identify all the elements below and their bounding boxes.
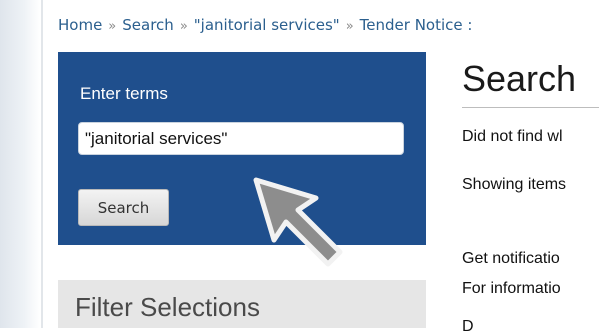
left-edge-decoration — [0, 0, 40, 328]
breadcrumb: Home » Search » "janitorial services" » Tender… — [58, 16, 472, 34]
search-button[interactable]: Search — [78, 189, 169, 226]
search-terms-label: Enter terms — [80, 84, 168, 103]
page-title: Search — [462, 58, 577, 99]
no-results-message: Did not find wl — [462, 128, 563, 145]
breadcrumb-separator: » — [345, 19, 354, 34]
pointer-arrow-icon — [253, 177, 343, 267]
filter-selections-panel: Filter Selections — [58, 280, 426, 328]
breadcrumb-search[interactable]: Search — [122, 16, 174, 34]
right-edge-fade — [577, 115, 599, 328]
breadcrumb-home[interactable]: Home — [58, 16, 102, 34]
search-panel: Enter terms Search — [58, 52, 426, 245]
truncated-text: D — [462, 318, 474, 335]
title-divider — [462, 107, 599, 108]
filter-selections-title: Filter Selections — [75, 292, 260, 322]
breadcrumb-separator: » — [179, 19, 188, 34]
search-input[interactable] — [78, 122, 404, 155]
breadcrumb-current: Tender Notice : — [359, 16, 473, 34]
showing-items-text: Showing items — [462, 176, 567, 193]
notifications-text: Get notificatio — [462, 250, 560, 267]
breadcrumb-separator: » — [108, 19, 117, 34]
left-divider — [41, 0, 43, 328]
information-text: For informatio — [462, 280, 561, 297]
breadcrumb-query[interactable]: "janitorial services" — [194, 16, 340, 34]
